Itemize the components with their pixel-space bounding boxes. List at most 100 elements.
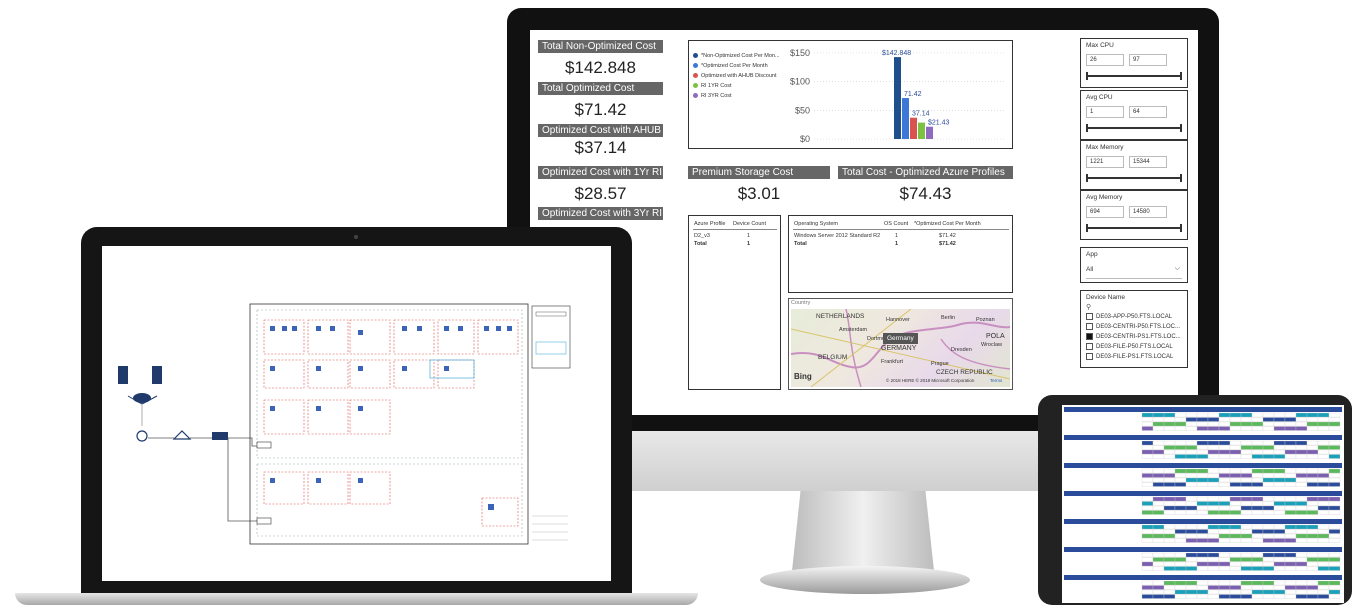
- slicer-avg-cpu-track[interactable]: [1087, 127, 1181, 129]
- roadmap-cell: [1295, 538, 1308, 543]
- roadmap-cell: [1262, 449, 1275, 455]
- slicer-avg-memory-handle-left[interactable]: [1086, 224, 1088, 232]
- map-terms-link[interactable]: Terms: [990, 378, 1002, 383]
- checkbox[interactable]: [1086, 323, 1093, 330]
- slicer-max-cpu-max[interactable]: 97: [1129, 54, 1167, 66]
- country-map[interactable]: Country NETHERLANDS Hannover Berlin Pozn…: [788, 298, 1013, 390]
- roadmap-cell: [1218, 505, 1231, 511]
- roadmap-cell: [1317, 524, 1330, 530]
- slicer-max-cpu-track[interactable]: [1087, 75, 1181, 77]
- slicer-avg-cpu-min[interactable]: 1: [1086, 106, 1124, 118]
- slicer-device-name[interactable]: Device Name ⚲ DE03-APP-P50.FTS.LOCAL DE03…: [1080, 290, 1188, 368]
- roadmap-cell: [1163, 421, 1176, 427]
- slicer-avg-cpu-handle-right[interactable]: [1180, 124, 1182, 132]
- roadmap-cell: [1229, 524, 1242, 530]
- roadmap-cell: [1328, 561, 1341, 567]
- roadmap-cell: [1251, 538, 1264, 543]
- slicer-max-memory-handle-left[interactable]: [1086, 174, 1088, 182]
- roadmap-cell: [1317, 477, 1330, 483]
- roadmap-cell: [1306, 445, 1319, 450]
- roadmap-cell: [1284, 538, 1297, 543]
- slicer-avg-memory-max[interactable]: 14580: [1129, 206, 1167, 218]
- roadmap-cell: [1229, 552, 1242, 558]
- bar-0[interactable]: [894, 57, 901, 139]
- roadmap-cell: [1284, 552, 1297, 558]
- roadmap-cell: [1185, 594, 1198, 599]
- map-canvas[interactable]: NETHERLANDS Hannover Berlin Poznan Amste…: [791, 309, 1010, 387]
- roadmap-cell: [1317, 561, 1330, 567]
- roadmap-cell: [1163, 566, 1176, 571]
- os-header-divider: [793, 229, 1009, 230]
- device-item-label: DE03-CENTRI-P50.FTS.LOC...: [1096, 324, 1181, 331]
- roadmap-cell: [1207, 501, 1220, 506]
- slicer-max-memory-track[interactable]: [1087, 177, 1181, 179]
- roadmap-cell: [1251, 510, 1264, 515]
- roadmap-section-header: [1064, 519, 1342, 524]
- roadmap-cell: [1306, 505, 1319, 511]
- roadmap-cell: [1174, 589, 1187, 595]
- roadmap-cell: [1328, 468, 1341, 474]
- checkbox[interactable]: [1086, 353, 1093, 360]
- roadmap-cell: [1174, 510, 1187, 515]
- slicer-max-cpu-handle-left[interactable]: [1086, 72, 1088, 80]
- bar-1[interactable]: [902, 98, 909, 139]
- roadmap-cell: [1174, 533, 1187, 539]
- slicer-avg-cpu-handle-left[interactable]: [1086, 124, 1088, 132]
- roadmap-cell: [1196, 477, 1209, 483]
- roadmap-cell: [1196, 505, 1209, 511]
- roadmap-cell: [1328, 529, 1341, 534]
- roadmap-cell: [1207, 426, 1220, 431]
- os-row-total-count: 1: [895, 241, 899, 247]
- roadmap-cell: [1273, 454, 1286, 459]
- roadmap-cell: [1273, 557, 1286, 562]
- os-table[interactable]: Operating System OS Count *Optimized Cos…: [788, 215, 1013, 293]
- roadmap-cell: [1163, 580, 1176, 586]
- roadmap-cell: [1317, 473, 1330, 478]
- device-item[interactable]: DE03-APP-P50.FTS.LOCAL: [1086, 313, 1181, 323]
- device-item[interactable]: DE03-CENTRI-P50.FTS.LOC...: [1086, 323, 1181, 333]
- roadmap-cell: [1284, 449, 1297, 455]
- slicer-avg-memory[interactable]: Avg Memory 694 14580: [1080, 190, 1188, 240]
- azure-profile-table[interactable]: Azure Profile Device Count D2_v3 1 Total…: [688, 215, 781, 390]
- slicer-app[interactable]: App All ⌵: [1080, 247, 1188, 283]
- map-label-dresden: Dresden: [951, 347, 972, 353]
- slicer-avg-memory-track[interactable]: [1087, 227, 1181, 229]
- slicer-avg-memory-handle-right[interactable]: [1180, 224, 1182, 232]
- roadmap-cell: [1240, 496, 1253, 502]
- slicer-max-memory-handle-right[interactable]: [1180, 174, 1182, 182]
- slicer-max-memory[interactable]: Max Memory 1221 15344: [1080, 140, 1188, 190]
- slicer-avg-cpu[interactable]: Avg CPU 1 64: [1080, 90, 1188, 140]
- bar-4[interactable]: [926, 126, 933, 139]
- search-icon[interactable]: ⚲: [1086, 303, 1091, 311]
- bar-3[interactable]: [918, 122, 925, 139]
- roadmap-cell: [1295, 561, 1308, 567]
- roadmap-cell: [1284, 533, 1297, 539]
- slicer-avg-memory-min[interactable]: 694: [1086, 206, 1124, 218]
- device-item[interactable]: DE03-CENTRI-PS1.FTS.LOC...: [1086, 333, 1181, 343]
- slicer-max-cpu-handle-right[interactable]: [1180, 72, 1182, 80]
- slicer-avg-cpu-max[interactable]: 64: [1129, 106, 1167, 118]
- slicer-max-memory-min[interactable]: 1221: [1086, 156, 1124, 168]
- roadmap-cell: [1262, 557, 1275, 562]
- map-label-pola: POLA: [986, 333, 1005, 340]
- roadmap-cell: [1317, 417, 1330, 422]
- roadmap-cell: [1163, 426, 1176, 431]
- roadmap-cell: [1273, 505, 1286, 511]
- app-dropdown[interactable]: All ⌵: [1086, 265, 1182, 279]
- roadmap-cell: [1240, 552, 1253, 558]
- roadmap-cell: [1251, 417, 1264, 422]
- roadmap-cell: [1207, 552, 1220, 558]
- roadmap-cell: [1317, 529, 1330, 534]
- bar-2[interactable]: [910, 117, 917, 139]
- slicer-max-memory-max[interactable]: 15344: [1129, 156, 1167, 168]
- roadmap-cell: [1174, 566, 1187, 571]
- checkbox[interactable]: [1086, 313, 1093, 320]
- device-item[interactable]: DE03-FILE-PS1.FTS.LOCAL: [1086, 353, 1181, 363]
- slicer-max-cpu-min[interactable]: 26: [1086, 54, 1124, 66]
- roadmap-cell: [1273, 510, 1286, 515]
- cost-bar-chart[interactable]: *Non-Optimized Cost Per Mon... *Optimize…: [688, 40, 1013, 149]
- device-item[interactable]: DE03-FILE-P50.FTS.LOCAL: [1086, 343, 1181, 353]
- checkbox[interactable]: [1086, 333, 1093, 340]
- checkbox[interactable]: [1086, 343, 1093, 350]
- slicer-max-cpu[interactable]: Max CPU 26 97: [1080, 38, 1188, 88]
